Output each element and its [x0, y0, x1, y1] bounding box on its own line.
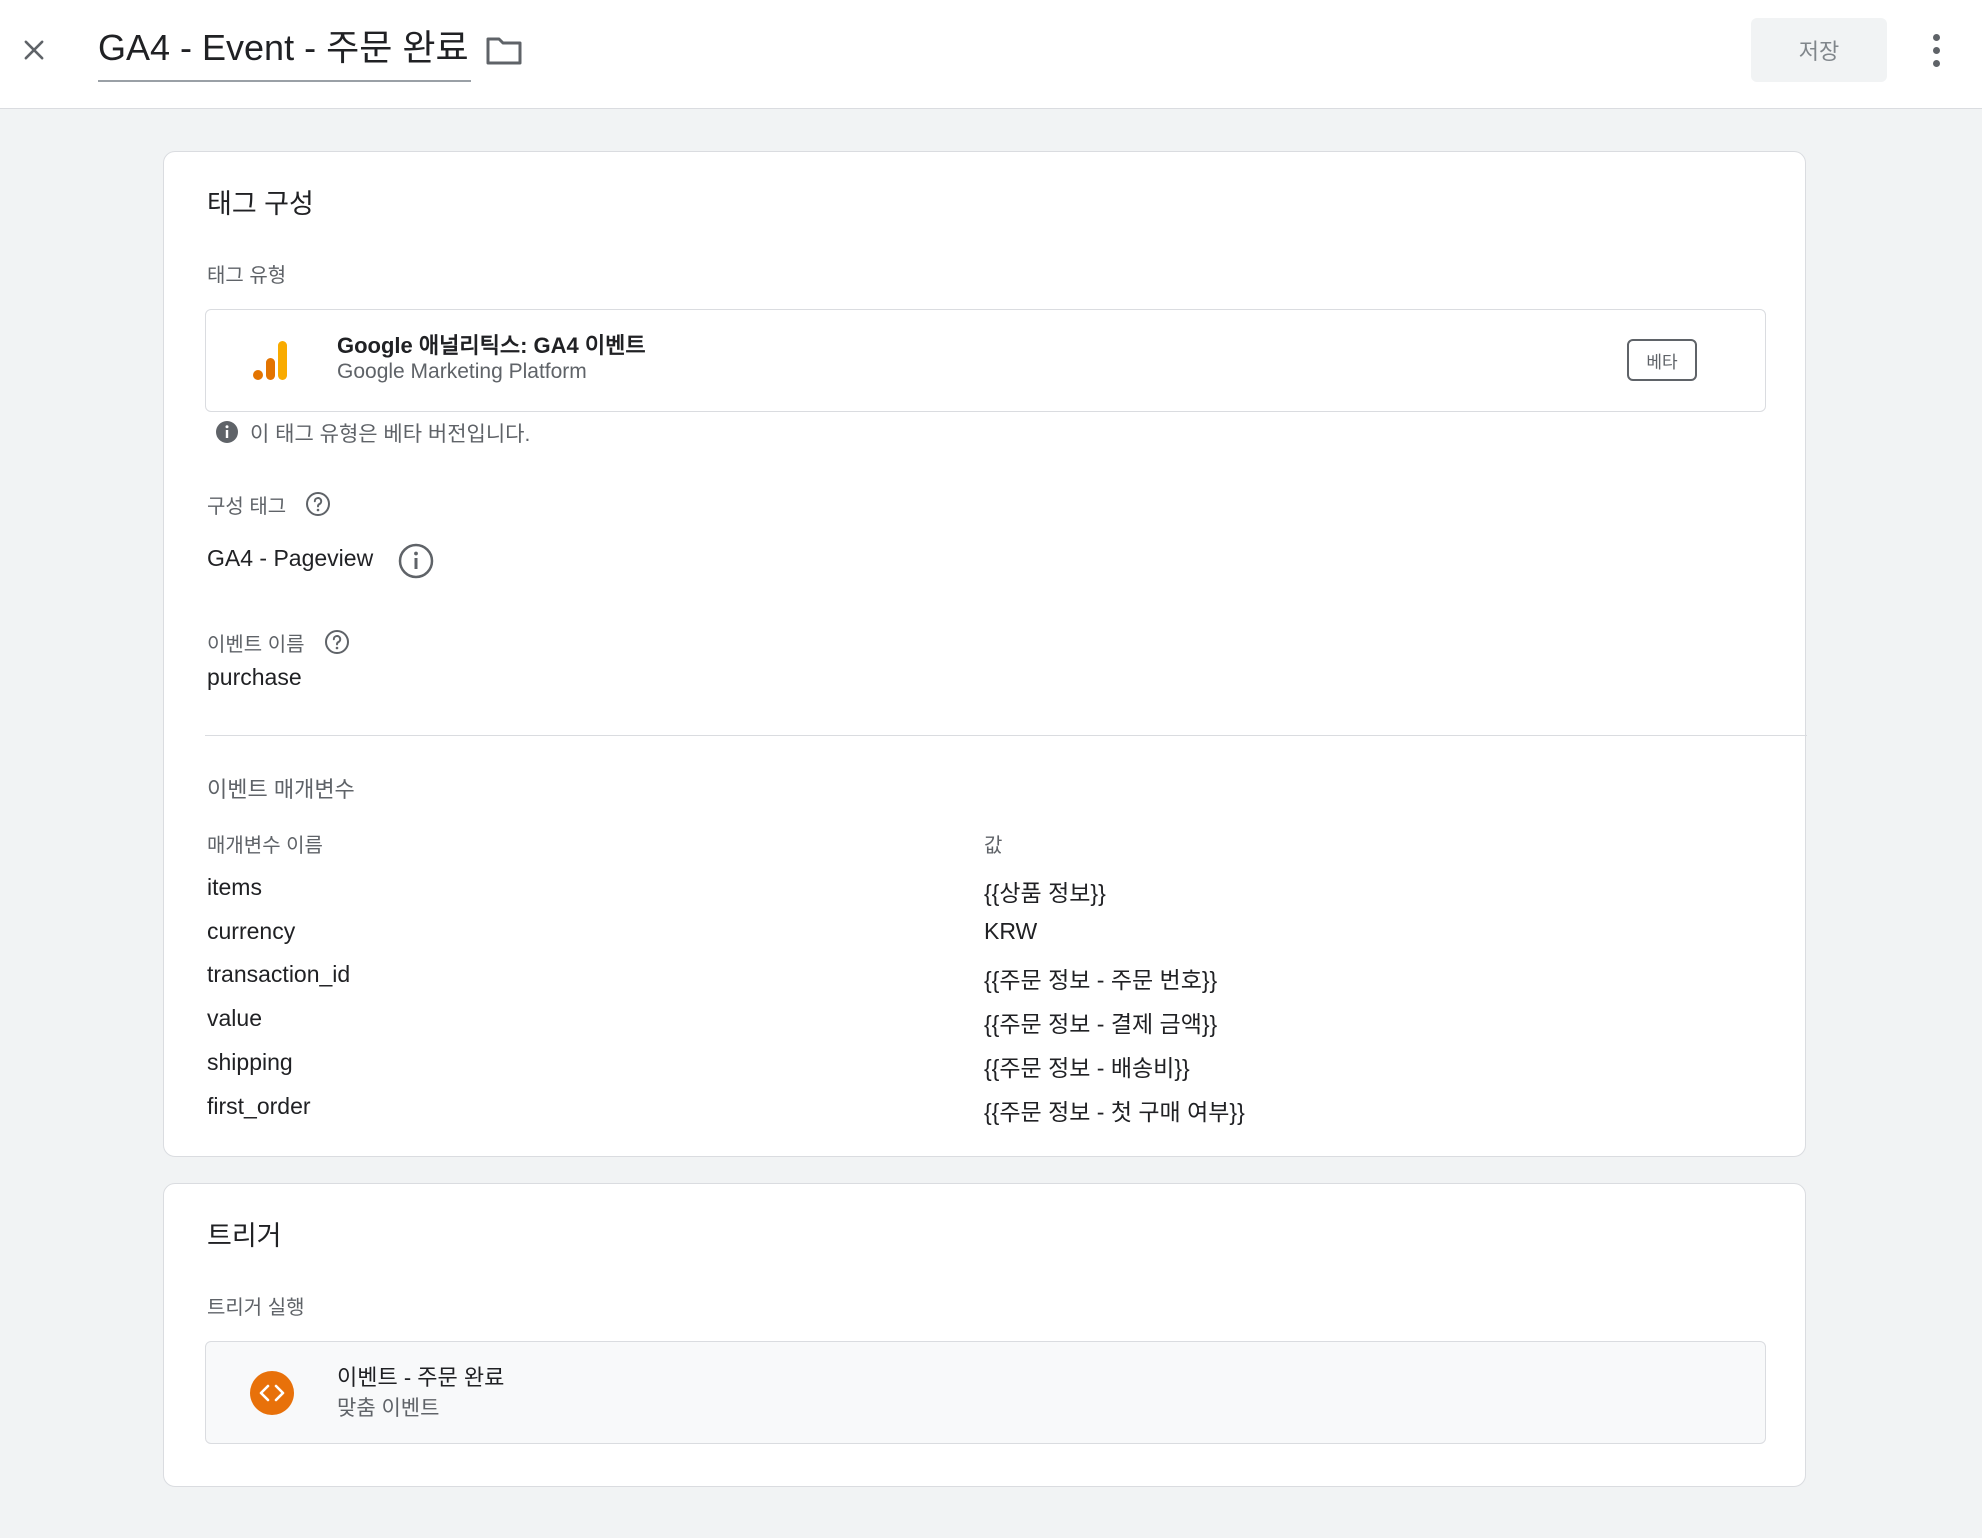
tag-name-field[interactable]: GA4 - Event - 주문 완료 [98, 22, 471, 82]
param-name-header: 매개변수 이름 [207, 835, 323, 857]
param-name: items [207, 874, 262, 900]
trigger-name: 이벤트 - 주문 완료 [337, 1365, 505, 1390]
tag-type-name: Google 애널리틱스: GA4 이벤트 [337, 333, 646, 358]
tag-config-title: 태그 구성 [207, 189, 314, 219]
firing-triggers-label: 트리거 실행 [207, 1297, 305, 1319]
beta-notice: 이 태그 유형은 베타 버전입니다. [250, 423, 531, 446]
param-name: value [207, 1005, 262, 1031]
more-options-icon[interactable] [1916, 28, 1956, 72]
custom-event-icon [250, 1371, 294, 1415]
event-params-title: 이벤트 매개변수 [207, 777, 355, 802]
tag-type-selector[interactable]: Google 애널리틱스: GA4 이벤트 Google Marketing P… [205, 309, 1766, 412]
top-bar: GA4 - Event - 주문 완료 저장 [0, 0, 1982, 109]
google-analytics-icon [253, 341, 287, 380]
triggering-card[interactable]: 트리거 트리거 실행 이벤트 - 주문 완료 맞춤 이벤트 [163, 1183, 1806, 1487]
param-value: {{상품 정보}} [984, 880, 1106, 906]
trigger-type: 맞춤 이벤트 [337, 1397, 440, 1420]
help-icon[interactable] [305, 491, 331, 517]
param-value-header: 값 [984, 835, 1003, 857]
param-name: transaction_id [207, 961, 351, 987]
tag-type-platform: Google Marketing Platform [337, 360, 587, 383]
close-icon[interactable] [14, 30, 54, 70]
tag-name-text: GA4 - Event - 주문 완료 [98, 27, 469, 68]
tag-configuration-card[interactable]: 태그 구성 태그 유형 Google 애널리틱스: GA4 이벤트 Google… [163, 151, 1807, 1157]
param-name: shipping [207, 1049, 293, 1075]
param-name: first_order [207, 1093, 311, 1119]
trigger-item[interactable]: 이벤트 - 주문 완료 맞춤 이벤트 [205, 1341, 1766, 1444]
param-name: currency [207, 918, 296, 944]
tag-type-label: 태그 유형 [207, 265, 287, 287]
config-tag-value: GA4 - Pageview [207, 545, 374, 571]
divider [205, 735, 1807, 736]
folder-icon[interactable] [482, 30, 526, 70]
event-name-value: purchase [207, 664, 302, 690]
triggering-title: 트리거 [207, 1221, 282, 1251]
beta-badge: 베타 [1627, 339, 1697, 381]
param-value: {{주문 정보 - 결제 금액}} [984, 1011, 1218, 1037]
config-tag-label: 구성 태그 [207, 496, 287, 518]
save-button[interactable]: 저장 [1751, 18, 1887, 82]
info-outline-icon[interactable] [398, 543, 434, 579]
param-value: {{주문 정보 - 주문 번호}} [984, 967, 1218, 993]
param-value: {{주문 정보 - 배송비}} [984, 1055, 1190, 1081]
param-value: KRW [984, 918, 1038, 944]
help-icon[interactable] [324, 629, 350, 655]
info-filled-icon [216, 421, 238, 443]
event-name-label: 이벤트 이름 [207, 634, 305, 656]
param-value: {{주문 정보 - 첫 구매 여부}} [984, 1099, 1245, 1125]
